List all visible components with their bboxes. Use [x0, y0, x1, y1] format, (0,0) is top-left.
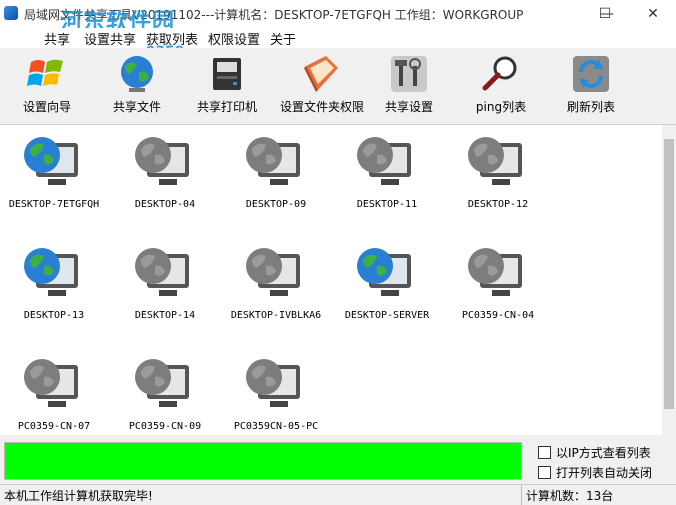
gray-computer-icon: [135, 248, 189, 296]
computer-item[interactable]: PC0359-CN-07: [0, 347, 108, 447]
checkbox-box[interactable]: [538, 466, 551, 479]
computer-name: DESKTOP-04: [134, 199, 196, 210]
computer-item[interactable]: PC0359-CN-04: [444, 236, 552, 336]
menu-about[interactable]: 关于: [270, 29, 296, 48]
computer-count: 计算机数：13台: [526, 489, 614, 503]
globe-icon: [121, 56, 153, 92]
auto-close-checkbox[interactable]: 打开列表自动关闭: [538, 464, 676, 482]
status-bar: 本机工作组计算机获取完毕! 计算机数：13台: [0, 484, 676, 505]
windows-logo-icon: [27, 59, 63, 86]
computer-name: DESKTOP-14: [134, 310, 196, 321]
computer-name: PC0359CN-05-PC: [233, 421, 319, 432]
globe-computer-icon: [357, 248, 411, 296]
gray-computer-icon: [246, 359, 300, 407]
computer-name: DESKTOP-SERVER: [344, 310, 430, 321]
computer-name: DESKTOP-IVBLKA6: [230, 310, 322, 321]
computer-name: PC0359-CN-04: [461, 310, 535, 321]
computer-item[interactable]: PC0359CN-05-PC: [222, 347, 330, 447]
refresh-icon: [573, 56, 609, 92]
computer-name: DESKTOP-12: [467, 199, 529, 210]
auto-close-label: 打开列表自动关闭: [556, 466, 653, 480]
wizard-button[interactable]: 设置向导: [2, 48, 92, 124]
computer-item[interactable]: DESKTOP-IVBLKA6: [222, 236, 330, 336]
title-bar: 局域网文件共享工具V20191102---计算机名：DESKTOP-7ETGFQ…: [0, 0, 676, 35]
computer-item[interactable]: DESKTOP-7ETGFQH: [0, 125, 108, 225]
computer-name: PC0359-CN-09: [128, 421, 202, 432]
progress-fill: [5, 443, 521, 479]
computer-name: DESKTOP-09: [245, 199, 307, 210]
globe-computer-icon: [24, 137, 78, 185]
folder-book-icon: [304, 56, 338, 92]
share-settings-button[interactable]: 共享设置: [364, 48, 454, 124]
gray-computer-icon: [468, 137, 522, 185]
status-divider: [521, 485, 522, 505]
vertical-scrollbar[interactable]: [662, 125, 676, 435]
gray-computer-icon: [246, 248, 300, 296]
close-button[interactable]: ✕: [630, 0, 676, 28]
share-printer-label: 共享打印机: [196, 100, 257, 114]
status-message: 本机工作组计算机获取完毕!: [4, 489, 153, 503]
view-by-ip-label: 以IP方式查看列表: [556, 446, 651, 460]
computer-item[interactable]: DESKTOP-14: [111, 236, 219, 336]
magnifier-icon: [482, 56, 517, 91]
maximize-icon: ☐: [598, 6, 612, 22]
toolbar: 设置向导 共享文件 共享打印机 设置文件夹权限 共享设置 ping列表 刷新列表: [0, 48, 676, 125]
tools-icon: [391, 56, 427, 92]
gray-computer-icon: [357, 137, 411, 185]
gray-computer-icon: [468, 248, 522, 296]
computer-name: DESKTOP-13: [23, 310, 85, 321]
share-files-button[interactable]: 共享文件: [92, 48, 182, 124]
ping-list-button[interactable]: ping列表: [456, 48, 546, 124]
gray-computer-icon: [246, 137, 300, 185]
globe-computer-icon: [24, 248, 78, 296]
view-by-ip-checkbox[interactable]: 以IP方式查看列表: [538, 444, 676, 462]
computer-name: PC0359-CN-07: [17, 421, 91, 432]
gray-computer-icon: [24, 359, 78, 407]
gray-computer-icon: [135, 137, 189, 185]
progress-bar: [4, 442, 522, 480]
folder-permissions-label: 设置文件夹权限: [279, 100, 364, 114]
ping-list-label: ping列表: [475, 100, 527, 114]
checkbox-box[interactable]: [538, 446, 551, 459]
computer-item[interactable]: PC0359-CN-09: [111, 347, 219, 447]
printer-icon: [213, 58, 241, 90]
wizard-label: 设置向导: [22, 100, 71, 114]
share-settings-label: 共享设置: [384, 100, 433, 114]
computer-name: DESKTOP-11: [356, 199, 418, 210]
share-printer-button[interactable]: 共享打印机: [182, 48, 272, 124]
computer-item[interactable]: DESKTOP-SERVER: [333, 236, 441, 336]
menu-share[interactable]: 共享: [44, 29, 70, 48]
app-icon: [4, 6, 18, 20]
close-icon: ✕: [647, 6, 659, 22]
computer-list: DESKTOP-7ETGFQH DESKTOP-04 DESKTOP-09 DESKT…: [0, 125, 662, 435]
refresh-list-label: 刷新列表: [566, 100, 615, 114]
menu-permissions[interactable]: 权限设置: [208, 29, 260, 48]
maximize-button[interactable]: ☐: [582, 0, 628, 28]
computer-name: DESKTOP-7ETGFQH: [8, 199, 100, 210]
folder-permissions-button[interactable]: 设置文件夹权限: [272, 48, 372, 124]
share-files-label: 共享文件: [112, 100, 161, 114]
scrollbar-thumb[interactable]: [664, 139, 674, 409]
computer-item[interactable]: DESKTOP-04: [111, 125, 219, 225]
computer-item[interactable]: DESKTOP-13: [0, 236, 108, 336]
gray-computer-icon: [135, 359, 189, 407]
computer-item[interactable]: DESKTOP-09: [222, 125, 330, 225]
computer-item[interactable]: DESKTOP-12: [444, 125, 552, 225]
refresh-list-button[interactable]: 刷新列表: [546, 48, 636, 124]
computer-item[interactable]: DESKTOP-11: [333, 125, 441, 225]
